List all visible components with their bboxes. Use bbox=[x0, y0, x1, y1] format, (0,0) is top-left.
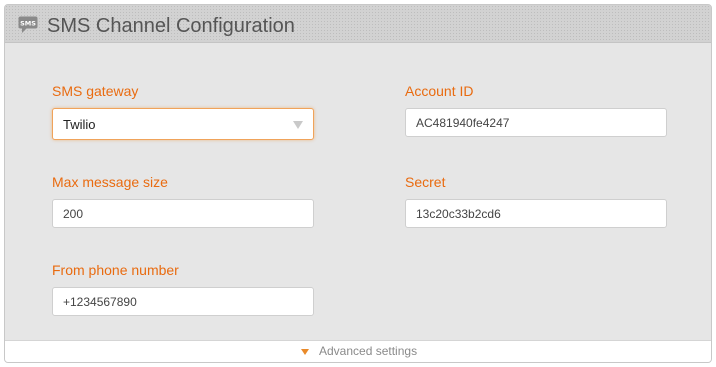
svg-text:SMS: SMS bbox=[20, 20, 36, 28]
max-message-size-label: Max message size bbox=[52, 174, 168, 190]
account-id-input[interactable] bbox=[405, 108, 667, 137]
max-message-size-input[interactable] bbox=[52, 199, 314, 228]
advanced-settings-toggle[interactable]: Advanced settings bbox=[301, 344, 417, 358]
from-phone-number-input[interactable] bbox=[52, 287, 314, 316]
sms-channel-config-panel: SMS SMS Channel Configuration SMS gatewa… bbox=[4, 4, 712, 363]
account-id-label: Account ID bbox=[405, 83, 474, 99]
sms-gateway-value: Twilio bbox=[63, 117, 96, 132]
advanced-settings-bar: Advanced settings bbox=[5, 340, 711, 362]
from-phone-number-label: From phone number bbox=[52, 262, 179, 278]
secret-input[interactable] bbox=[405, 199, 667, 228]
panel-title: SMS Channel Configuration bbox=[47, 15, 295, 37]
panel-header: SMS SMS Channel Configuration bbox=[5, 5, 711, 43]
chevron-down-icon bbox=[293, 121, 303, 129]
triangle-down-icon bbox=[301, 348, 309, 355]
advanced-settings-label: Advanced settings bbox=[319, 344, 418, 358]
sms-chat-icon: SMS bbox=[18, 16, 38, 34]
secret-label: Secret bbox=[405, 174, 446, 190]
sms-gateway-label: SMS gateway bbox=[52, 83, 139, 99]
sms-gateway-select[interactable]: Twilio bbox=[52, 108, 314, 140]
